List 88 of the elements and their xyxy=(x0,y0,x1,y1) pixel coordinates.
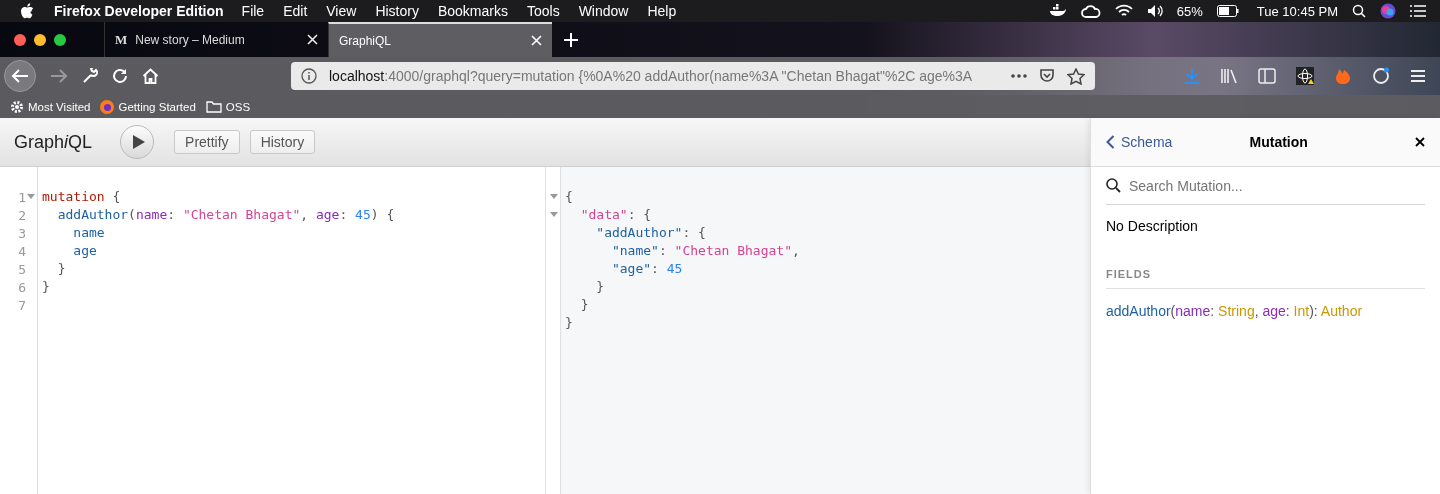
gear-icon xyxy=(10,99,24,114)
code-line: } xyxy=(42,279,50,294)
panel-title: Mutation xyxy=(1249,134,1308,150)
menu-item[interactable]: Help xyxy=(647,3,677,19)
code-line: name xyxy=(72,225,105,240)
list-icon[interactable] xyxy=(1410,5,1426,17)
bookmark[interactable]: Most Visited xyxy=(10,99,91,114)
address-bar[interactable]: localhost:4000/graphql?query=mutation {%0A%20 addAuthor(name%3A "Chetan Bhagat"%2C age%3A xyxy=(291,62,1095,90)
result-line: "addAuthor": { xyxy=(595,225,706,240)
code-line: } xyxy=(56,261,66,276)
description-text: No Description xyxy=(1106,218,1199,234)
reload-icon[interactable] xyxy=(112,68,128,84)
back-button[interactable] xyxy=(4,60,36,92)
line-number: 3 xyxy=(18,225,26,241)
clock[interactable]: Tue 10:45 PM xyxy=(1256,3,1338,19)
close-window-icon[interactable] xyxy=(14,33,26,46)
atom-icon[interactable] xyxy=(1296,67,1314,85)
line-number: 4 xyxy=(18,243,26,259)
code-line: mutation { xyxy=(42,189,121,204)
chevron-left-icon xyxy=(1106,135,1115,149)
search-field[interactable]: Search Mutation... xyxy=(1127,176,1425,195)
back-arrow-icon xyxy=(11,68,29,84)
fold-arrow-icon[interactable] xyxy=(27,194,35,200)
menu-item[interactable]: History xyxy=(375,3,419,19)
star-icon[interactable] xyxy=(1067,67,1085,85)
toolbar-button[interactable]: Prettify xyxy=(174,130,240,154)
pocket-icon[interactable] xyxy=(1039,68,1055,84)
orb-icon[interactable] xyxy=(1380,3,1396,19)
app-menu[interactable]: Firefox Developer Edition xyxy=(54,3,224,19)
globe-icon xyxy=(100,99,115,114)
fold-arrow-icon[interactable] xyxy=(549,194,558,200)
field-signature[interactable]: addAuthor(name: String, age: Int): Author xyxy=(1106,303,1425,319)
line-number: 6 xyxy=(18,279,26,295)
home-icon[interactable] xyxy=(142,68,159,84)
menu-item[interactable]: View xyxy=(326,3,357,19)
line-number: 7 xyxy=(18,297,26,313)
result-line: "age": 45 xyxy=(610,261,683,276)
result-line: "data": { xyxy=(579,207,652,222)
battery-icon[interactable] xyxy=(1216,5,1239,17)
fold-arrow-icon[interactable] xyxy=(549,212,558,218)
wifi-icon[interactable] xyxy=(1114,4,1133,18)
minimize-window-icon[interactable] xyxy=(34,33,46,46)
browser-tab[interactable]: GraphiQL xyxy=(328,22,552,57)
search-icon xyxy=(1106,178,1121,193)
battery-percent: 65% xyxy=(1176,3,1203,19)
code-line: addAuthor(name: "Chetan Bhagat", age: 45) { xyxy=(56,207,395,222)
tab-title: New story – Medium xyxy=(135,32,246,47)
whale-icon[interactable] xyxy=(1048,4,1067,18)
url-text: localhost:4000/graphql?query=mutation {%0A%20 addAuthor(name%3A "Chetan Bhagat"%2C age%3A xyxy=(329,68,974,84)
line-number: 5 xyxy=(18,261,26,277)
bookmark[interactable]: OSS xyxy=(205,100,251,113)
line-number: 2 xyxy=(18,207,26,223)
run-button[interactable] xyxy=(120,125,155,159)
more-icon[interactable] xyxy=(1011,74,1027,78)
close-icon[interactable] xyxy=(1415,137,1425,147)
back-link[interactable]: Schema xyxy=(1106,134,1173,150)
menu-item[interactable]: Bookmarks xyxy=(437,3,508,19)
menu-item[interactable]: Edit xyxy=(283,3,308,19)
folder-icon xyxy=(205,100,222,113)
bookmark[interactable]: Getting Started xyxy=(100,99,196,114)
profile-icon[interactable] xyxy=(1372,67,1390,85)
tab-title: GraphiQL xyxy=(339,33,393,48)
apple-logo-icon[interactable] xyxy=(20,3,34,19)
wrench-icon[interactable] xyxy=(82,68,98,84)
line-number: 1 xyxy=(18,189,26,205)
info-icon[interactable] xyxy=(301,68,317,84)
result-line: "name": "Chetan Bhagat", xyxy=(610,243,800,258)
toolbar-button[interactable]: History xyxy=(249,130,316,154)
app-title: GraphiQL xyxy=(14,131,93,153)
menu-item[interactable]: File xyxy=(241,3,265,19)
menu-icon[interactable] xyxy=(1410,69,1426,83)
library-icon[interactable] xyxy=(1220,68,1238,84)
speaker-icon[interactable] xyxy=(1146,4,1165,18)
search-icon[interactable] xyxy=(1352,4,1366,18)
code-line: age xyxy=(72,243,97,258)
result-line: } xyxy=(579,297,589,312)
result-line: } xyxy=(565,315,573,330)
new-tab-icon[interactable] xyxy=(564,32,578,47)
menu-item[interactable]: Tools xyxy=(526,3,560,19)
section-heading: FIELDS xyxy=(1106,268,1425,289)
sidebar-icon[interactable] xyxy=(1258,68,1276,84)
maximize-window-icon[interactable] xyxy=(54,33,66,46)
tab-favicon: M xyxy=(115,31,128,48)
result-line: } xyxy=(595,279,605,294)
result-line: { xyxy=(565,189,573,204)
cloud-icon[interactable] xyxy=(1080,4,1101,18)
play-icon xyxy=(131,134,146,150)
menu-item[interactable]: Window xyxy=(578,3,629,19)
